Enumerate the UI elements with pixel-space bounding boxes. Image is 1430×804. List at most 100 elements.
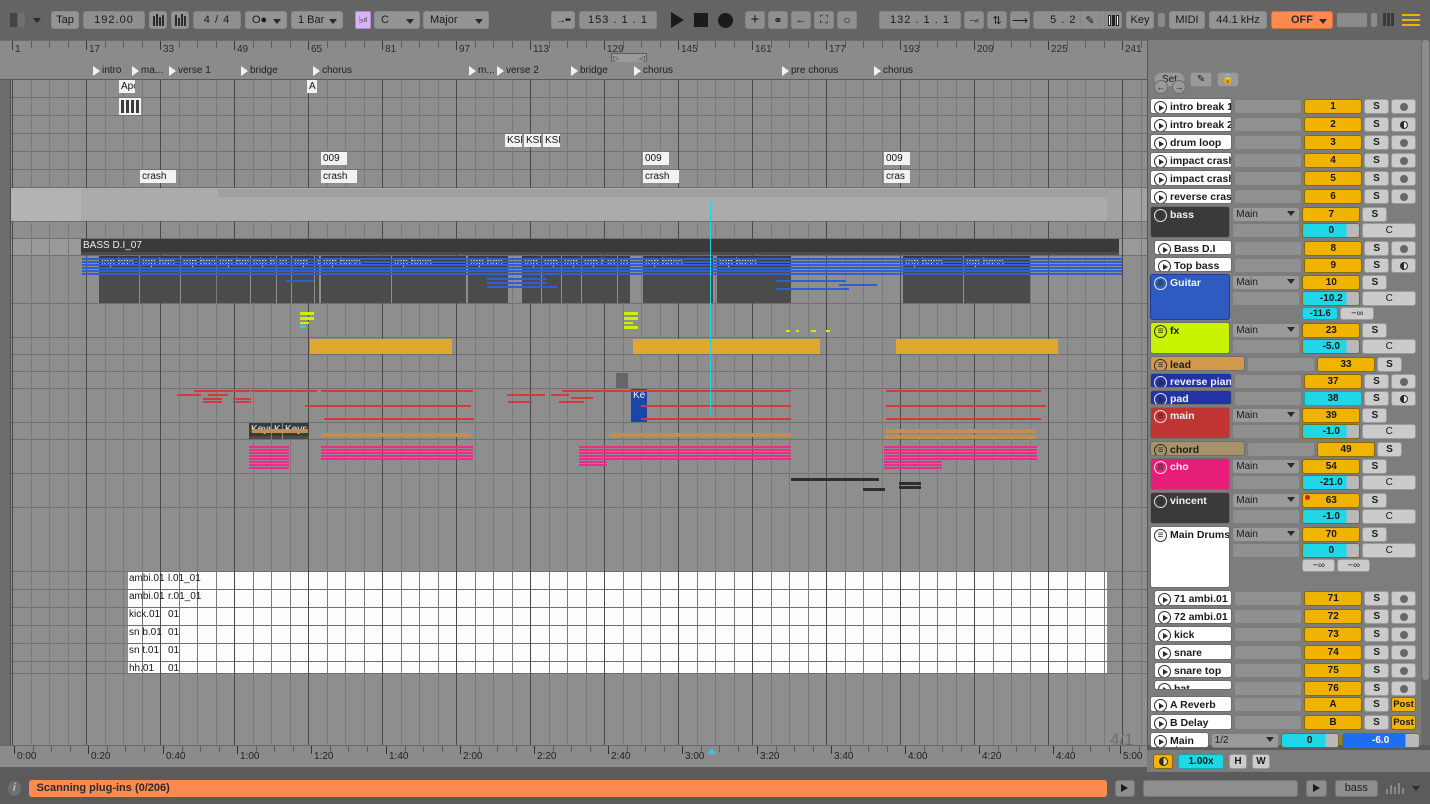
track-output-routing[interactable]: [1234, 117, 1303, 132]
group-track-icon[interactable]: [1154, 444, 1167, 455]
track-pan-button[interactable]: C: [1362, 509, 1417, 524]
arm-record-button[interactable]: [1391, 681, 1417, 696]
arrangement-clip[interactable]: BASS D.I_07: [81, 239, 1119, 255]
locator-marker[interactable]: pre chorus: [782, 63, 838, 78]
return-output-routing[interactable]: [1234, 715, 1303, 730]
arrangement-clip[interactable]: A: [307, 80, 317, 93]
arm-record-button[interactable]: [1391, 391, 1417, 406]
arrow-left-icon[interactable]: ←: [1154, 80, 1168, 94]
arrangement-clip[interactable]: crash: [321, 170, 357, 183]
track-number-badge[interactable]: 74: [1304, 645, 1363, 660]
arm-record-button[interactable]: [1391, 135, 1417, 150]
track-output-routing[interactable]: [1234, 241, 1303, 256]
arrangement-lane[interactable]: [11, 355, 1147, 372]
solo-button[interactable]: S: [1362, 527, 1388, 542]
track-number-badge[interactable]: 9: [1304, 258, 1363, 273]
preview-slider[interactable]: [1142, 779, 1299, 797]
return-output-routing[interactable]: [1234, 697, 1303, 712]
track-name-cell[interactable]: hat: [1154, 680, 1233, 690]
track-output-routing[interactable]: [1247, 357, 1315, 372]
track-output-routing[interactable]: [1234, 591, 1303, 606]
track-number-badge[interactable]: 39: [1302, 408, 1361, 423]
solo-button[interactable]: S: [1364, 117, 1390, 132]
track-row[interactable]: 72 ambi.01 r. 72 S: [1148, 608, 1430, 626]
track-name-cell[interactable]: Guitar: [1150, 274, 1231, 320]
track-output-routing[interactable]: Main: [1232, 323, 1301, 338]
track-row[interactable]: lead 33S: [1148, 356, 1430, 373]
arm-record-button[interactable]: [1391, 153, 1417, 168]
track-play-icon[interactable]: [1158, 683, 1171, 689]
stop-icon[interactable]: [694, 13, 708, 27]
track-name-cell[interactable]: Main Drums: [1150, 526, 1231, 588]
lock-icon[interactable]: 🔒: [1217, 71, 1240, 87]
track-name-cell[interactable]: snare top: [1154, 662, 1233, 678]
track-output-routing[interactable]: [1234, 99, 1303, 114]
solo-button[interactable]: S: [1364, 663, 1390, 678]
solo-button[interactable]: S: [1362, 459, 1388, 474]
locator-marker[interactable]: chorus: [634, 63, 673, 78]
arrangement-lane[interactable]: [11, 304, 1147, 338]
track-output-routing[interactable]: [1234, 189, 1303, 204]
track-send-b-field[interactable]: −∞: [1337, 559, 1371, 572]
track-name-cell[interactable]: impact crash 2: [1150, 170, 1233, 186]
arrangement-clip[interactable]: crash: [643, 170, 679, 183]
track-name-cell[interactable]: chord: [1150, 441, 1245, 456]
solo-button[interactable]: S: [1364, 99, 1390, 114]
arrangement-clip[interactable]: 009: [321, 152, 347, 165]
solo-button[interactable]: S: [1364, 645, 1390, 660]
track-volume-field[interactable]: 0: [1302, 543, 1361, 558]
arm-record-button[interactable]: [1391, 258, 1417, 273]
solo-button[interactable]: S: [1364, 715, 1390, 730]
arrangement-clip[interactable]: Apo: [119, 80, 135, 93]
arm-record-button[interactable]: [1391, 99, 1417, 114]
record-icon[interactable]: [718, 12, 733, 28]
solo-button[interactable]: S: [1377, 357, 1402, 372]
track-pan-button[interactable]: C: [1362, 424, 1417, 439]
locator-row[interactable]: intro ma... verse 1 bridge chorus m... verse 2…: [0, 62, 1147, 80]
track-output-routing[interactable]: [1234, 663, 1303, 678]
track-send-a-field[interactable]: −∞: [1302, 559, 1336, 572]
draw-mode-button[interactable]: ✎: [1080, 11, 1100, 29]
key-signature-icon[interactable]: ♭ ♯: [355, 11, 371, 29]
track-name-cell[interactable]: pad: [1150, 390, 1233, 405]
track-play-icon[interactable]: [1158, 647, 1171, 659]
track-number-badge[interactable]: 73: [1304, 627, 1363, 642]
solo-button[interactable]: S: [1364, 374, 1390, 389]
track-name-cell[interactable]: reverse crash: [1150, 188, 1233, 204]
track-name-cell[interactable]: main: [1150, 407, 1231, 439]
audio-clip-region[interactable]: [128, 572, 1107, 590]
arm-record-button[interactable]: [1391, 627, 1417, 642]
track-output-routing[interactable]: [1247, 442, 1315, 457]
audio-clip-region[interactable]: [128, 608, 1107, 626]
track-play-icon[interactable]: [1158, 593, 1171, 605]
arrangement-lane[interactable]: [11, 474, 1147, 508]
zoom-w-button[interactable]: W: [1252, 753, 1270, 769]
arrangement-lane[interactable]: [11, 152, 1147, 170]
main-track-row[interactable]: Main 1/2 0 -6.0: [1148, 732, 1430, 750]
key-map-button[interactable]: Key: [1126, 11, 1154, 29]
zoom-factor-field[interactable]: 1.00x: [1178, 753, 1224, 769]
solo-button[interactable]: S: [1364, 258, 1390, 273]
arrangement-clip[interactable]: 009: [643, 152, 669, 165]
locator-marker[interactable]: intro: [93, 63, 121, 78]
track-play-icon[interactable]: [1154, 119, 1167, 131]
track-pan-button[interactable]: C: [1362, 339, 1417, 354]
main-output-routing[interactable]: 1/2: [1210, 733, 1279, 748]
group-track-icon[interactable]: [1154, 209, 1167, 222]
arrangement-canvas[interactable]: ApoAKSHKSHKSH009009009crashcrashcrashcra…: [0, 80, 1147, 745]
arrangement-clip[interactable]: [119, 98, 141, 115]
pencil-icon[interactable]: ✎: [1190, 71, 1213, 87]
solo-button[interactable]: S: [1364, 135, 1390, 150]
track-name-cell[interactable]: 71 ambi.01 l.0: [1154, 590, 1233, 606]
track-row[interactable]: bass Main7S0C: [1148, 206, 1430, 240]
arrangement-lane[interactable]: [11, 508, 1147, 572]
locator-marker[interactable]: chorus: [874, 63, 913, 78]
track-play-icon[interactable]: [1154, 173, 1167, 185]
track-name-cell[interactable]: drum loop: [1150, 134, 1233, 150]
track-input-routing[interactable]: [1232, 339, 1301, 354]
key-root-dropdown[interactable]: C: [374, 11, 420, 29]
bar-ruler[interactable]: 1 17 33 49 65 81 97 113 129 145 161 177 193 209 225 241…: [0, 40, 1179, 64]
track-row[interactable]: cho Main54S-21.0C: [1148, 458, 1430, 492]
tempo-field[interactable]: 192.00: [83, 11, 145, 29]
track-number-badge[interactable]: 54: [1302, 459, 1361, 474]
